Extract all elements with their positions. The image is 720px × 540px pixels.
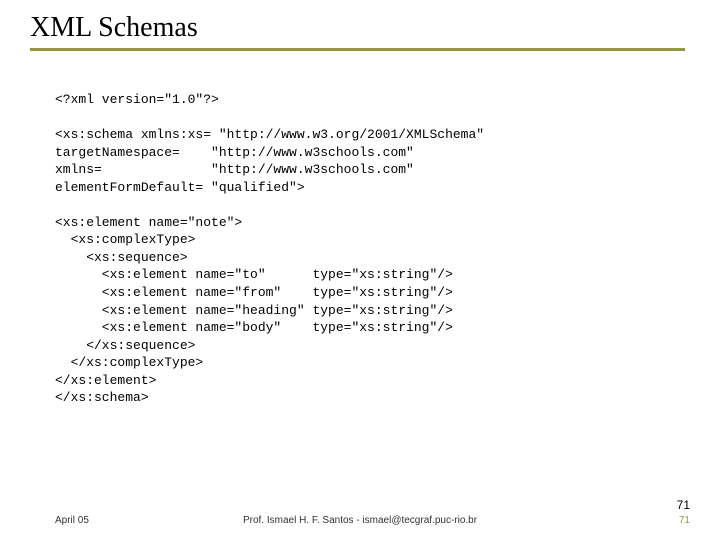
page-number-bottom: 71 bbox=[679, 515, 690, 526]
page-title: XML Schemas bbox=[30, 12, 690, 44]
page-number-top: 71 bbox=[677, 498, 690, 512]
code-block: <?xml version="1.0"?> <xs:schema xmlns:x… bbox=[55, 91, 690, 407]
footer-date: April 05 bbox=[55, 515, 89, 526]
footer-author: Prof. Ismael H. F. Santos - ismael@tecgr… bbox=[243, 515, 477, 526]
slide-container: XML Schemas <?xml version="1.0"?> <xs:sc… bbox=[0, 0, 720, 540]
title-underline bbox=[30, 48, 685, 51]
